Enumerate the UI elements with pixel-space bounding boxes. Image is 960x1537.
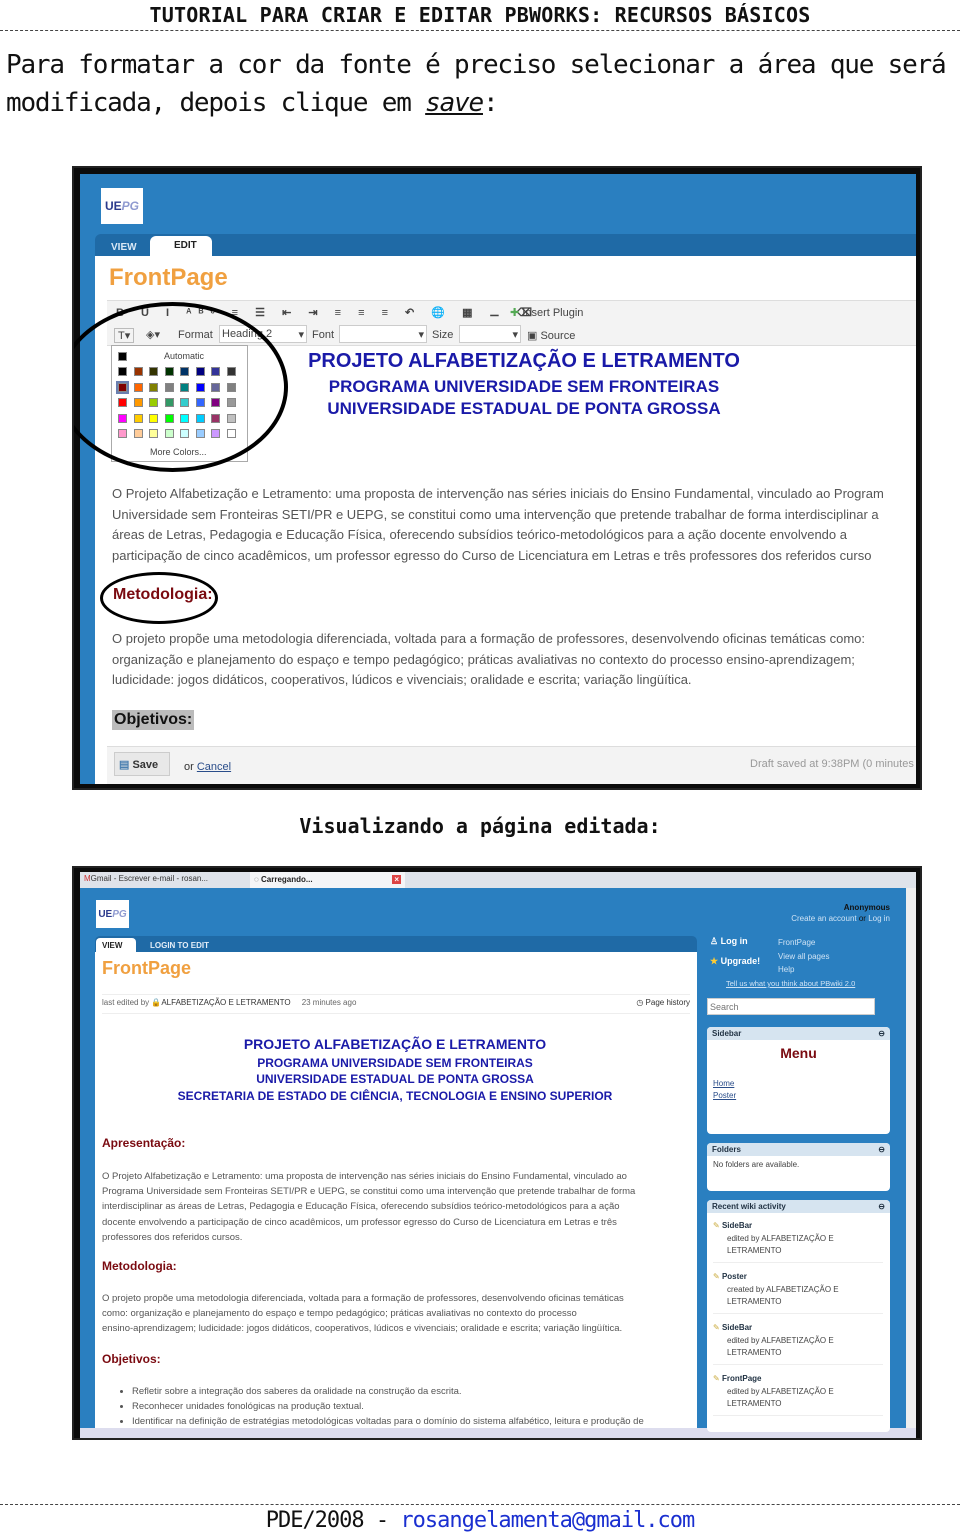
recent-activity-box: Recent wiki activity ⊖ ✎ SideBar edited by… <box>707 1200 890 1432</box>
scrollbar[interactable] <box>906 888 916 1438</box>
heading-secretaria: SECRETARIA DE ESTADO DE CIÊNCIA, TECNOLO… <box>177 1089 613 1103</box>
size-select[interactable]: ▾ <box>459 325 521 343</box>
close-tab-icon[interactable]: × <box>392 875 401 884</box>
folders-box: Folders ⊖ No folders are available. <box>707 1143 890 1191</box>
paragraph-intro: O Projeto Alfabetização e Letramento: um… <box>102 1171 636 1243</box>
heading-program: PROGRAMA UNIVERSIDADE SEM FRONTEIRAS <box>328 377 720 396</box>
objectives-list: Refletir sobre a integração dos saberes … <box>132 1384 644 1429</box>
menu-link-poster[interactable]: Poster <box>713 1090 736 1102</box>
tab-bar <box>95 234 916 256</box>
insert-plugin-button[interactable]: ✚ Insert Plugin <box>510 306 583 319</box>
edit-info: last edited by 🔒ALFABETIZAÇÃO E LETRAMEN… <box>102 994 690 1014</box>
nav-links: FrontPage View all pages Help <box>778 936 829 977</box>
save-button[interactable]: ▤ Save <box>114 752 170 776</box>
heading-project: PROJETO ALFABETIZAÇÃO E LETRAMENTO <box>243 1036 547 1052</box>
font-select[interactable]: ▾ <box>339 325 427 343</box>
link-help[interactable]: Help <box>778 963 829 977</box>
heading-objetivos: Objetivos: <box>102 1352 161 1366</box>
caption: Visualizando a página editada: <box>299 814 661 838</box>
activity-item: ✎ SideBar edited by ALFABETIZAÇÃO E LETRAM… <box>713 1322 883 1365</box>
page-icon: ✎ <box>713 1221 720 1230</box>
sidebar-box: Sidebar ⊖ Menu Home Poster <box>707 1027 890 1134</box>
footer: PDE/2008 - rosangelamenta@gmail.com <box>265 1508 696 1533</box>
activity-page-link[interactable]: SideBar <box>722 1221 752 1230</box>
footer-divider <box>0 1504 960 1505</box>
size-label: Size <box>432 329 454 341</box>
email-link[interactable]: rosangelamenta@gmail.com <box>400 1508 695 1533</box>
intro-colon: : <box>482 88 499 118</box>
tab-edit[interactable]: EDIT <box>150 236 212 256</box>
collapse-icon[interactable]: ⊖ <box>878 1145 885 1154</box>
tab-view[interactable]: VIEW <box>111 242 137 253</box>
page-title: FrontPage <box>102 958 192 978</box>
uepg-logo: UE PG <box>101 188 143 224</box>
heading-university: UNIVERSIDADE ESTADUAL DE PONTA GROSSA <box>327 399 721 418</box>
login-button[interactable]: ♙ Log in <box>710 936 748 947</box>
user-name: Anonymous <box>843 903 890 912</box>
floppy-icon: ▤ <box>119 759 130 771</box>
font-label: Font <box>312 329 335 341</box>
browser-tab-gmail[interactable]: MGmail - Escrever e-mail - rosan... <box>84 874 242 887</box>
heading-program: PROGRAMA UNIVERSIDADE SEM FRONTEIRAS <box>257 1056 533 1070</box>
menu-heading: Menu <box>780 1045 817 1061</box>
highlight-circle-metodologia <box>100 572 218 624</box>
draft-status: Draft saved at 9:38PM (0 minutes <box>750 758 914 770</box>
intro-line-2: modificada, depois clique em <box>6 88 426 118</box>
page-icon: ✎ <box>713 1323 720 1332</box>
cancel-link[interactable]: Cancel <box>197 761 231 773</box>
page-title: FrontPage <box>109 264 228 291</box>
document-header: TUTORIAL PARA CRIAR E EDITAR PBWORKS: RE… <box>0 0 960 31</box>
activity-page-link[interactable]: Poster <box>722 1272 747 1281</box>
paragraph-metodologia: O projeto propõe uma metodologia diferen… <box>102 1293 624 1335</box>
collapse-icon[interactable]: ⊖ <box>878 1029 885 1038</box>
heading-project: PROJETO ALFABETIZAÇÃO E LETRAMENTO <box>308 350 740 372</box>
uepg-logo: UE PG <box>96 900 129 928</box>
puzzle-icon: ✚ <box>510 307 520 319</box>
tab-login-to-edit[interactable]: LOGIN TO EDIT <box>150 941 209 950</box>
link-view-all-pages[interactable]: View all pages <box>778 950 829 964</box>
intro-line-1: Para formatar a cor da fonte é preciso s… <box>6 50 947 80</box>
source-button[interactable]: ▣ Source <box>527 329 575 342</box>
activity-page-link[interactable]: FrontPage <box>722 1374 762 1383</box>
page-icon: ✎ <box>713 1374 720 1383</box>
activity-item: ✎ FrontPage edited by ALFABETIZAÇÃO E LETR… <box>713 1373 883 1416</box>
heading-objetivos: Objetivos: <box>112 710 195 730</box>
editor-screenshot: UE PG VIEW EDIT FrontPage B U I ᴬᴮᶜ ≡ ☰ ⇤… <box>72 166 922 790</box>
activity-page-link[interactable]: SideBar <box>722 1323 752 1332</box>
activity-item: ✎ Poster created by ALFABETIZAÇÃO E LETRAM… <box>713 1271 883 1314</box>
feedback-link[interactable]: Tell us what you think about PBwiki 2.0 <box>726 979 855 988</box>
menu-link-home[interactable]: Home <box>713 1078 736 1090</box>
create-account-link[interactable]: Create an account <box>791 914 856 923</box>
paragraph-metodologia: O projeto propõe uma metodologia diferen… <box>112 631 865 687</box>
search-input[interactable] <box>707 998 875 1015</box>
folders-empty-text: No folders are available. <box>713 1160 800 1169</box>
heading-metodologia: Metodologia: <box>102 1259 177 1273</box>
login-link[interactable]: Log in <box>868 914 890 923</box>
or-text: or <box>184 761 194 773</box>
list-item: Identificar na definição de estratégias … <box>132 1414 644 1429</box>
list-item: Refletir sobre a integração dos saberes … <box>132 1384 644 1399</box>
tab-view[interactable]: VIEW <box>96 938 136 952</box>
collapse-icon[interactable]: ⊖ <box>878 1202 885 1211</box>
heading-apresentacao: Apresentação: <box>102 1136 186 1150</box>
browser-tab-loading[interactable]: ◌ Carregando... × <box>250 872 405 888</box>
heading-university: UNIVERSIDADE ESTADUAL DE PONTA GROSSA <box>256 1072 534 1086</box>
page-icon: ✎ <box>713 1272 720 1281</box>
list-item: Reconhecer unidades fonológicas na produ… <box>132 1399 644 1414</box>
page-history-link[interactable]: ◷ Page history <box>636 998 690 1007</box>
paragraph-intro: O Projeto Alfabetização e Letramento: um… <box>112 486 884 563</box>
activity-item: ✎ SideBar edited by ALFABETIZAÇÃO E LETRAM… <box>713 1220 883 1263</box>
link-frontpage[interactable]: FrontPage <box>778 936 829 950</box>
save-word: save <box>425 88 484 118</box>
intro-text: Para formatar a cor da fonte é preciso s… <box>6 46 956 122</box>
view-screenshot: MGmail - Escrever e-mail - rosan... ◌ Ca… <box>72 866 922 1440</box>
upgrade-button[interactable]: ★ Upgrade! <box>710 956 760 967</box>
